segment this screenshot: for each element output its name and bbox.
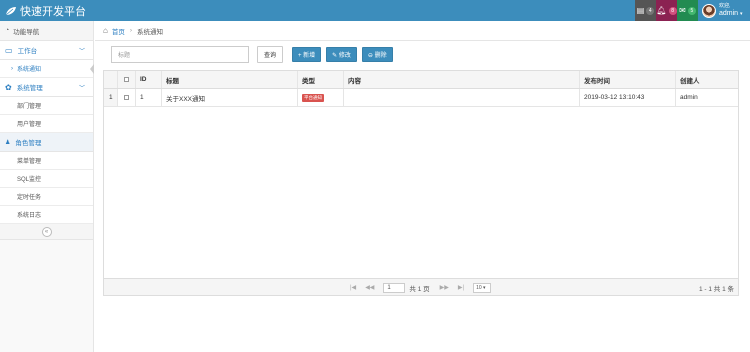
top-header: 快速开发平台 ▤ 4 🔔︎ 8 ✉ 5 欢迎, admin ▾ <box>0 0 750 21</box>
page-number-input[interactable]: 1 <box>383 282 406 293</box>
sidebar-item-sql-monitor[interactable]: SQL监控 <box>0 170 93 188</box>
notice-table: ID 标题 类型 内容 发布时间 创建人 1 1 关于XXX通知 平台通知 20… <box>103 70 739 296</box>
user-icon: ♟ <box>5 139 11 146</box>
delete-button[interactable]: ⊖ 删除 <box>361 46 393 62</box>
mail-button[interactable]: ✉ 5 <box>677 0 698 21</box>
last-page-icon[interactable]: ▶| <box>458 284 464 291</box>
sidebar: ◔ 功能导航 ▭ 工作台 ﹀ 系统通知 ✿ 系统管理 ﹀ 部门管理 用户管理 ♟… <box>0 21 94 352</box>
row-checkbox[interactable] <box>118 89 136 106</box>
table-header: ID 标题 类型 内容 发布时间 创建人 <box>104 71 738 89</box>
sidebar-group-system[interactable]: ✿ 系统管理 ﹀ <box>0 78 93 97</box>
sidebar-item-system-log[interactable]: 系统日志 <box>0 206 93 224</box>
cell-time: 2019-03-12 13:10:43 <box>580 89 676 106</box>
sidebar-header: ◔ 功能导航 <box>0 21 93 41</box>
column-header-content[interactable]: 内容 <box>344 71 580 88</box>
collapse-sidebar-button[interactable]: « <box>41 226 52 237</box>
pagination-bar: |◀ ◀◀ 1 共 1 页 ▶▶ ▶| 10 ▾ 1 - 1 共 1 条 <box>104 278 738 295</box>
prev-page-icon[interactable]: ◀◀ <box>365 284 374 291</box>
table-row[interactable]: 1 1 关于XXX通知 平台通知 2019-03-12 13:10:43 adm… <box>104 89 738 107</box>
select-all-checkbox[interactable] <box>118 71 136 88</box>
next-page-icon[interactable]: ▶▶ <box>440 284 449 291</box>
home-icon: ⌂ <box>103 26 108 35</box>
user-menu[interactable]: 欢迎, admin ▾ <box>698 0 750 21</box>
message-icon: ▤ <box>636 6 645 15</box>
page-size-select[interactable]: 10 ▾ <box>473 282 492 293</box>
column-header-title[interactable]: 标题 <box>162 71 298 88</box>
messages-button[interactable]: ▤ 4 <box>635 0 656 21</box>
breadcrumb-home-link[interactable]: 首页 <box>112 26 125 36</box>
gear-icon: ✿ <box>5 82 12 92</box>
brand[interactable]: 快速开发平台 <box>0 0 94 21</box>
cell-id: 1 <box>136 89 162 106</box>
cell-type: 平台通知 <box>298 89 344 106</box>
breadcrumb: ⌂ 首页 › 系统通知 <box>95 21 750 41</box>
sidebar-item-users[interactable]: 用户管理 <box>0 115 93 133</box>
toolbar: 标题 查询 + 新增 ✎ 修改 ⊖ 删除 <box>111 45 393 63</box>
row-number: 1 <box>104 89 118 106</box>
sidebar-group-roles[interactable]: ♟ 角色管理 <box>0 133 93 152</box>
breadcrumb-current: 系统通知 <box>137 28 164 36</box>
page-count-text: 共 1 页 <box>409 285 430 293</box>
messages-count-badge: 4 <box>646 6 655 15</box>
user-name: admin <box>719 10 739 17</box>
title-search-input[interactable]: 标题 <box>111 45 249 63</box>
sidebar-item-department[interactable]: 部门管理 <box>0 97 93 115</box>
sidebar-item-scheduled-tasks[interactable]: 定时任务 <box>0 188 93 206</box>
sidebar-item-menu[interactable]: 菜单管理 <box>0 152 93 170</box>
avatar <box>702 3 716 18</box>
column-header-time[interactable]: 发布时间 <box>580 71 676 88</box>
column-header-type[interactable]: 类型 <box>298 71 344 88</box>
leaf-logo-icon <box>5 6 16 15</box>
welcome-text: 欢迎, <box>719 3 731 9</box>
notifications-count-badge: 8 <box>668 6 677 15</box>
add-button[interactable]: + 新增 <box>292 46 322 62</box>
chevron-right-icon: › <box>129 27 133 34</box>
sidebar-collapse-row: « <box>0 224 93 240</box>
bell-icon: 🔔︎ <box>656 6 667 15</box>
row-number-header <box>104 71 118 88</box>
cell-content <box>344 89 580 106</box>
record-info: 1 - 1 共 1 条 <box>698 285 734 293</box>
cell-creator: admin <box>680 94 698 101</box>
notifications-button[interactable]: 🔔︎ 8 <box>656 0 677 21</box>
sidebar-item-system-notice[interactable]: 系统通知 <box>0 60 94 78</box>
column-header-creator[interactable]: 创建人 <box>676 71 738 88</box>
chevron-down-icon: ﹀ <box>78 48 85 55</box>
sidebar-group-workbench[interactable]: ▭ 工作台 ﹀ <box>0 41 93 60</box>
mail-count-badge: 5 <box>687 6 696 15</box>
chevron-down-icon: ﹀ <box>78 85 85 92</box>
cell-title: 关于XXX通知 <box>162 89 298 106</box>
app-title: 快速开发平台 <box>20 5 86 18</box>
edit-button[interactable]: ✎ 修改 <box>326 46 357 62</box>
query-button[interactable]: 查询 <box>257 45 283 63</box>
caret-down-icon: ▾ <box>740 11 743 17</box>
column-header-id[interactable]: ID <box>136 71 162 88</box>
first-page-icon[interactable]: |◀ <box>350 284 356 291</box>
dashboard-icon: ◔ <box>5 27 10 34</box>
monitor-icon: ▭ <box>5 45 13 55</box>
mail-icon: ✉ <box>679 6 686 15</box>
type-badge: 平台通知 <box>302 93 324 102</box>
